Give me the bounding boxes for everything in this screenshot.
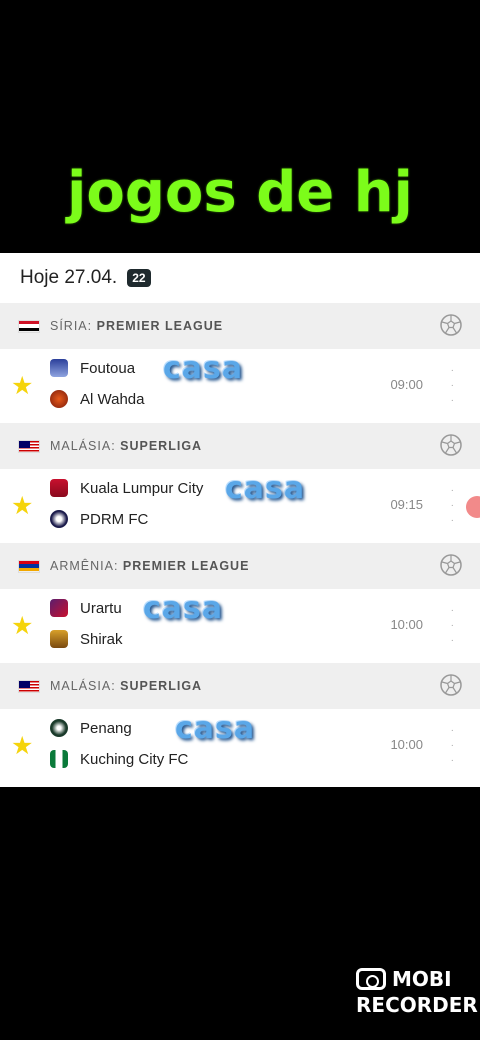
- league-header-malaysia[interactable]: MALÁSIA: SUPERLIGA: [0, 663, 480, 709]
- away-team-name: Shirak: [80, 630, 123, 648]
- away-team-name: Kuching City FC: [80, 750, 189, 768]
- away-team: Shirak: [50, 630, 123, 648]
- kickoff-time: 10:00: [390, 617, 423, 632]
- camera-icon: [356, 968, 386, 990]
- league-title: MALÁSIA: SUPERLIGA: [50, 679, 203, 693]
- kickoff-time: 10:00: [390, 737, 423, 752]
- match-row[interactable]: ★ Penang Kuching City FC casa 10:00 · · ·: [0, 709, 480, 783]
- favorite-star-icon[interactable]: ★: [11, 374, 33, 399]
- away-team-name: Al Wahda: [80, 390, 145, 408]
- league-header-malaysia[interactable]: MALÁSIA: SUPERLIGA: [0, 423, 480, 469]
- more-dots: · · ·: [450, 725, 454, 766]
- soccer-ball-icon[interactable]: [440, 554, 462, 576]
- home-team-name: Urartu: [80, 599, 122, 617]
- team-logo-icon: [50, 630, 68, 648]
- home-team: Foutoua: [50, 359, 135, 377]
- match-count-badge: 22: [127, 269, 151, 287]
- malaysia-flag-icon: [18, 679, 40, 693]
- away-team: Al Wahda: [50, 390, 144, 408]
- kickoff-time: 09:15: [390, 497, 423, 512]
- league-title: ARMÊNIA: PREMIER LEAGUE: [50, 559, 250, 573]
- more-dots: · · ·: [450, 365, 454, 406]
- overlay-caption: jogos de hj: [67, 160, 413, 225]
- away-team: PDRM FC: [50, 510, 148, 528]
- match-row[interactable]: ★ Kuala Lumpur City PDRM FC casa 09:15 ·…: [0, 469, 480, 543]
- recorder-line2: RECORDER: [356, 993, 478, 1017]
- league-title: MALÁSIA: SUPERLIGA: [50, 439, 203, 453]
- league-header-armenia[interactable]: ARMÊNIA: PREMIER LEAGUE: [0, 543, 480, 589]
- home-team: Penang: [50, 719, 132, 737]
- away-team-name: PDRM FC: [80, 510, 149, 528]
- away-team: Kuching City FC: [50, 750, 188, 768]
- date-header[interactable]: Hoje 27.04. 22: [0, 253, 480, 303]
- team-logo-icon: [50, 750, 68, 768]
- home-team-name: Penang: [80, 719, 132, 737]
- team-logo-icon: [50, 359, 68, 377]
- casa-annotation: casa: [225, 471, 306, 506]
- armenia-flag-icon: [18, 559, 40, 573]
- match-list-panel: Hoje 27.04. 22 SÍRIA: PREMIER LEAGUE ★ F…: [0, 253, 480, 787]
- home-team: Kuala Lumpur City: [50, 479, 203, 497]
- match-row[interactable]: ★ Foutoua Al Wahda casa 09:00 · · ·: [0, 349, 480, 423]
- league-title: SÍRIA: PREMIER LEAGUE: [50, 319, 224, 333]
- league-header-syria[interactable]: SÍRIA: PREMIER LEAGUE: [0, 303, 480, 349]
- favorite-star-icon[interactable]: ★: [11, 494, 33, 519]
- kickoff-time: 09:00: [390, 377, 423, 392]
- casa-annotation: casa: [163, 351, 244, 386]
- team-logo-icon: [50, 510, 68, 528]
- recorder-line1: MOBI: [392, 967, 452, 991]
- casa-annotation: casa: [175, 711, 256, 746]
- home-team: Urartu: [50, 599, 122, 617]
- team-logo-icon: [50, 479, 68, 497]
- soccer-ball-icon[interactable]: [440, 434, 462, 456]
- casa-annotation: casa: [143, 591, 224, 626]
- favorite-star-icon[interactable]: ★: [11, 734, 33, 759]
- match-row[interactable]: ★ Urartu Shirak casa 10:00 · · ·: [0, 589, 480, 663]
- more-dots: · · ·: [450, 485, 454, 526]
- more-dots: · · ·: [450, 605, 454, 646]
- soccer-ball-icon[interactable]: [440, 674, 462, 696]
- date-label: Hoje 27.04.: [20, 267, 118, 288]
- team-logo-icon: [50, 719, 68, 737]
- home-team-name: Kuala Lumpur City: [80, 479, 204, 497]
- soccer-ball-icon[interactable]: [440, 314, 462, 336]
- syria-flag-icon: [18, 319, 40, 333]
- team-logo-icon: [50, 390, 68, 408]
- team-logo-icon: [50, 599, 68, 617]
- home-team-name: Foutoua: [80, 359, 136, 377]
- favorite-star-icon[interactable]: ★: [11, 614, 33, 639]
- malaysia-flag-icon: [18, 439, 40, 453]
- recorder-watermark: MOBI RECORDER: [356, 967, 478, 1017]
